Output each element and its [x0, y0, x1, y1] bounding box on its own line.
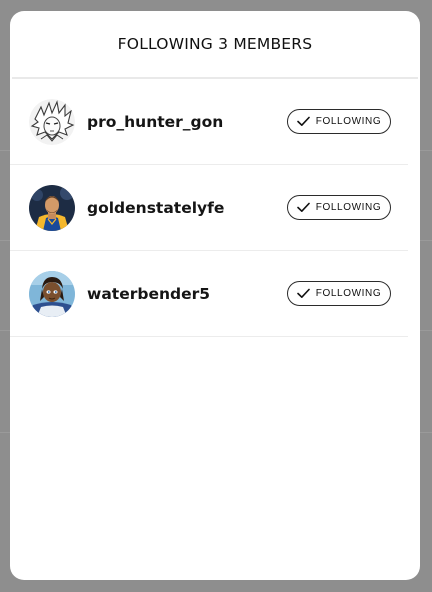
cartoon-character-avatar: [29, 270, 75, 317]
member-username[interactable]: pro_hunter_gon: [87, 113, 223, 131]
following-button[interactable]: FOLLOWING: [287, 109, 391, 134]
modal-title: FOLLOWING 3 MEMBERS: [117, 35, 313, 53]
basketball-player-avatar: [29, 184, 75, 231]
avatar[interactable]: [29, 184, 75, 231]
following-button[interactable]: FOLLOWING: [287, 195, 391, 220]
following-button-label: FOLLOWING: [315, 202, 382, 213]
following-button-label: FOLLOWING: [315, 288, 382, 299]
anime-character-avatar: [29, 98, 75, 145]
following-button-label: FOLLOWING: [315, 116, 382, 127]
check-icon: [296, 202, 310, 212]
member-username[interactable]: goldenstatelyfe: [87, 199, 224, 217]
modal-backdrop[interactable]: FOLLOWING 3 MEMBERS pro_hunter_gon FOLLO…: [0, 0, 432, 592]
list-item: goldenstatelyfe FOLLOWING: [10, 165, 408, 251]
member-username[interactable]: waterbender5: [87, 285, 210, 303]
following-button[interactable]: FOLLOWING: [287, 281, 391, 306]
member-list: pro_hunter_gon FOLLOWING goldenstatelyfe…: [10, 79, 420, 337]
list-item: waterbender5 FOLLOWING: [10, 251, 408, 337]
check-icon: [296, 116, 310, 126]
following-modal: FOLLOWING 3 MEMBERS pro_hunter_gon FOLLO…: [10, 11, 420, 580]
modal-header: FOLLOWING 3 MEMBERS: [12, 11, 418, 79]
avatar[interactable]: [29, 98, 75, 145]
avatar[interactable]: [29, 270, 75, 317]
list-item: pro_hunter_gon FOLLOWING: [10, 79, 408, 165]
check-icon: [296, 288, 310, 298]
